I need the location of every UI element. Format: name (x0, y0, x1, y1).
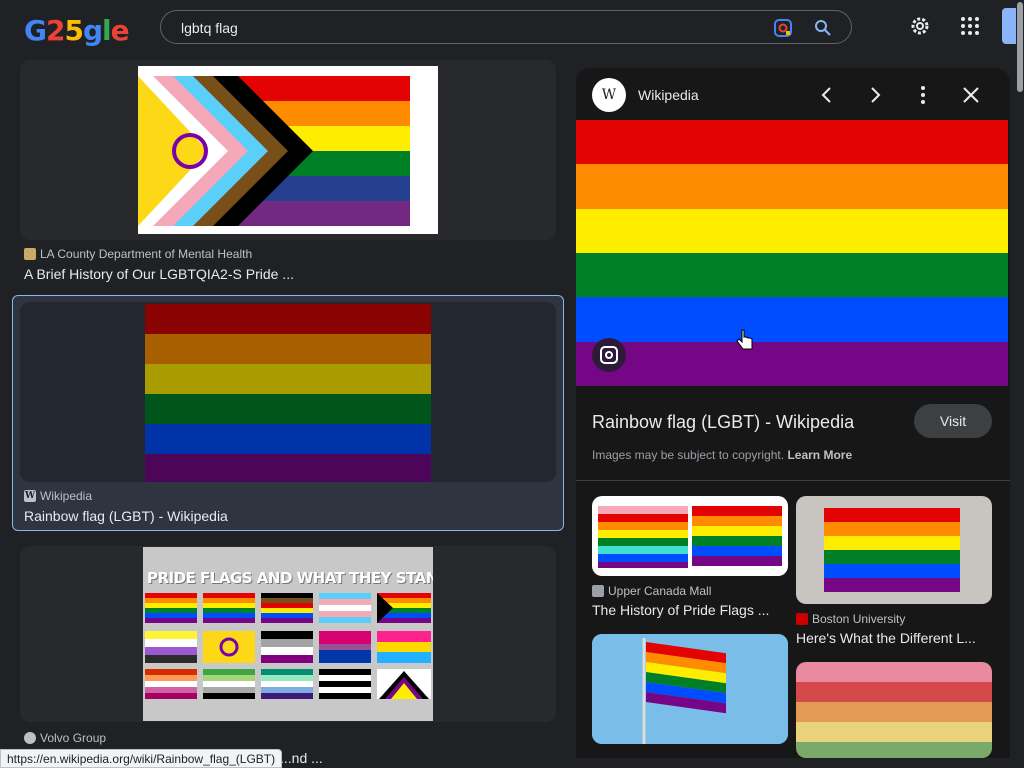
wikipedia-favicon-icon: W (24, 490, 36, 502)
logo[interactable]: G25gle (24, 14, 130, 47)
result-title[interactable]: A Brief History of Our LGBTQIA2-S Pride … (24, 266, 294, 282)
top-bar: G25gle lgbtq flag (0, 0, 1024, 56)
panel-site-name[interactable]: Wikipedia (638, 87, 699, 103)
related-source: Boston University (796, 612, 905, 626)
preview-panel: W Wikipedia Rainbow flag (LGBT) - Wikipe… (576, 68, 1010, 758)
result-image-progress-flag[interactable] (138, 66, 438, 234)
gear-icon[interactable] (908, 14, 932, 38)
related-image-waving-flag[interactable] (592, 634, 788, 744)
related-image-pastel-flag[interactable] (796, 662, 992, 758)
search-input[interactable]: lgbtq flag (181, 20, 238, 36)
related-image-pride-flags-history[interactable] (592, 496, 788, 576)
result-title[interactable]: ...nd ... (280, 750, 323, 766)
learn-more-link[interactable]: Learn More (787, 448, 852, 462)
related-image-rainbow-flag-bu[interactable] (796, 496, 992, 604)
scrollbar[interactable] (1016, 0, 1024, 768)
related-source: Upper Canada Mall (592, 584, 711, 598)
hand-cursor-icon (736, 329, 753, 350)
more-vert-icon[interactable] (912, 84, 934, 106)
preview-image-rainbow-flag[interactable] (576, 120, 1008, 386)
result-image-rainbow-flag[interactable] (145, 304, 431, 482)
panel-title[interactable]: Rainbow flag (LGBT) - Wikipedia (592, 412, 854, 433)
close-icon[interactable] (960, 84, 982, 106)
result-image-pride-flags[interactable]: PRIDE FLAGS AND WHAT THEY STAND FOR (143, 547, 433, 721)
wikipedia-logo-icon[interactable]: W (592, 78, 626, 112)
search-icon[interactable] (813, 18, 833, 38)
result-source: W Wikipedia (24, 489, 93, 503)
result-source: LA County Department of Mental Health (24, 247, 252, 261)
la-county-favicon-icon (24, 248, 36, 260)
volvo-favicon-icon (24, 732, 36, 744)
lens-icon[interactable] (773, 18, 793, 38)
chevron-right-icon[interactable] (864, 84, 886, 106)
result-title[interactable]: Rainbow flag (LGBT) - Wikipedia (24, 508, 228, 524)
chevron-left-icon[interactable] (816, 84, 838, 106)
related-title[interactable]: The History of Pride Flags ... (592, 602, 782, 618)
divider (576, 480, 1010, 481)
copyright-notice: Images may be subject to copyright. Lear… (592, 448, 853, 462)
lens-search-icon[interactable] (592, 338, 626, 372)
status-url: https://en.wikipedia.org/wiki/Rainbow_fl… (0, 749, 283, 768)
upper-canada-favicon-icon (592, 585, 604, 597)
apps-icon[interactable] (958, 14, 982, 38)
result-source: Volvo Group (24, 731, 106, 745)
search-box[interactable]: lgbtq flag (160, 10, 852, 44)
boston-university-favicon-icon (796, 613, 808, 625)
related-title[interactable]: Here's What the Different L... (796, 630, 986, 646)
visit-button[interactable]: Visit (914, 404, 992, 438)
scrollbar-thumb[interactable] (1017, 2, 1023, 92)
